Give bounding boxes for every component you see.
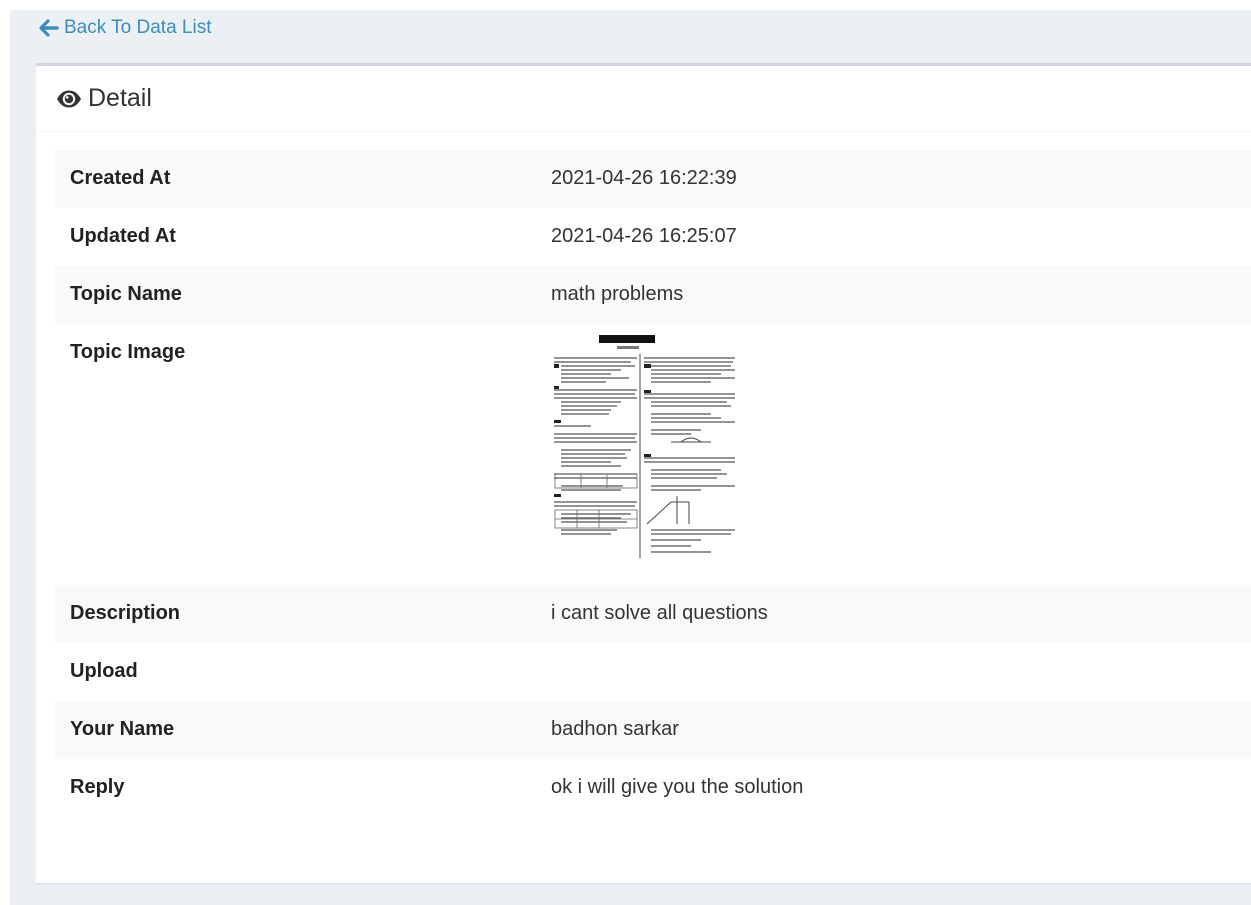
table-row: Topic Name math problems [55,266,1251,324]
row-label-cell: Upload [55,643,536,701]
row-label-cell: Reply [55,759,536,817]
detail-table: Created At 2021-04-26 16:22:39 Updated A… [55,150,1251,817]
row-label: Topic Image [70,341,186,363]
row-value-cell [536,643,1251,701]
row-value-cell [536,324,1251,585]
row-label-cell: Your Name [55,701,536,759]
row-value-cell: i cant solve all questions [536,585,1251,643]
row-label: Updated At [70,225,176,247]
topic-image-thumbnail[interactable] [551,334,737,558]
row-value: 2021-04-26 16:22:39 [551,167,737,189]
row-label-cell: Created At [55,150,536,208]
row-label: Reply [70,776,125,798]
panel-title: Detail [88,84,152,112]
detail-panel: Detail Created At 2021-04-26 16:22:39 Up… [36,63,1251,883]
row-value: badhon sarkar [551,718,679,740]
row-label: Upload [70,660,138,682]
row-value: i cant solve all questions [551,602,768,624]
row-value: math problems [551,283,684,305]
arrow-left-icon [39,19,59,37]
row-label-cell: Topic Image [55,324,536,585]
row-value-cell: 2021-04-26 16:25:07 [536,208,1251,266]
back-to-data-list-link[interactable]: Back To Data List [38,17,212,39]
row-label-cell: Topic Name [55,266,536,324]
row-value [551,643,1251,701]
table-row: Upload [55,643,1251,701]
row-label: Description [70,602,181,624]
table-row: Updated At 2021-04-26 16:25:07 [55,208,1251,266]
topic-image-container [551,324,1251,558]
eye-icon [57,90,81,107]
row-value-cell: badhon sarkar [536,701,1251,759]
row-label: Created At [70,167,171,189]
table-row: Topic Image [55,324,1251,585]
row-label-cell: Description [55,585,536,643]
row-label-cell: Updated At [55,208,536,266]
row-value: 2021-04-26 16:25:07 [551,225,737,247]
panel-header: Detail [36,66,1251,132]
row-value-cell: ok i will give you the solution [536,759,1251,817]
row-value-cell: 2021-04-26 16:22:39 [536,150,1251,208]
back-link-label[interactable]: Back To Data List [64,17,212,39]
table-row: Description i cant solve all questions [55,585,1251,643]
row-value: ok i will give you the solution [551,776,804,798]
row-label: Topic Name [70,283,182,305]
table-row: Reply ok i will give you the solution [55,759,1251,817]
table-row: Created At 2021-04-26 16:22:39 [55,150,1251,208]
table-row: Your Name badhon sarkar [55,701,1251,759]
row-value-cell: math problems [536,266,1251,324]
row-label: Your Name [70,718,175,740]
